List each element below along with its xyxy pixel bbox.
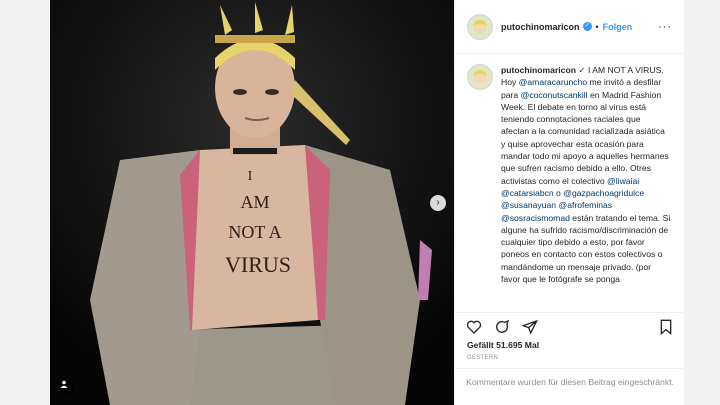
body-text-line-3: NOT A: [228, 222, 281, 242]
verified-badge-icon: ✓: [582, 22, 592, 31]
caption-text-segment: están tratando el tema. Si algune ha suf…: [501, 212, 671, 285]
avatar[interactable]: [467, 13, 493, 40]
caption-username[interactable]: putochinomaricon: [501, 65, 576, 75]
next-arrow-icon[interactable]: ›: [430, 195, 446, 211]
caption-text: putochinomaricon ✓ I AM NOT A VIRUS. Hoy…: [501, 64, 671, 285]
caption-area: putochinomaricon ✓ I AM NOT A VIRUS. Hoy…: [455, 54, 685, 304]
mention-link[interactable]: @amaracaruncho: [519, 77, 587, 87]
post-photo[interactable]: I AM NOT A VIRUS: [50, 0, 454, 405]
heart-icon[interactable]: [465, 318, 483, 336]
separator-dot: •: [595, 21, 599, 32]
bookmark-icon[interactable]: [657, 318, 675, 336]
user-tag-icon[interactable]: [60, 380, 74, 394]
mention-link[interactable]: @catarsiabcn: [501, 188, 554, 198]
mention-link[interactable]: @liwaiai: [607, 176, 639, 186]
likes-count[interactable]: Gefällt 51.695 Mal: [467, 340, 539, 350]
runway-photo-illustration: I AM NOT A VIRUS: [50, 0, 454, 405]
post-header: putochinomaricon ✓ • Folgen ···: [455, 0, 684, 54]
follow-button[interactable]: Folgen: [603, 22, 633, 32]
caption-text-segment: en Madrid Fashion Week. El debate en tor…: [501, 89, 669, 186]
caption-avatar[interactable]: [467, 64, 493, 90]
mention-link[interactable]: @coconutscankill: [521, 90, 588, 100]
action-bar: [455, 312, 685, 340]
more-options-icon[interactable]: ···: [658, 21, 672, 33]
header-username[interactable]: putochinomaricon: [501, 22, 580, 32]
mention-link[interactable]: @sosracismomad: [501, 213, 570, 223]
post-date[interactable]: GESTERN: [467, 355, 498, 361]
body-text-line-4: VIRUS: [225, 252, 291, 277]
comments-limited-notice: Kommentare wurden für diesen Beitrag ein…: [455, 368, 685, 405]
caption-text-segment: o: [553, 187, 564, 198]
mention-link[interactable]: @susanayuan: [501, 200, 556, 210]
comment-icon[interactable]: [493, 318, 511, 336]
caption-row: putochinomaricon ✓ I AM NOT A VIRUS. Hoy…: [467, 64, 673, 285]
mention-link[interactable]: @afrofeminas: [558, 200, 612, 210]
mention-link[interactable]: @gazpachoagridulce: [563, 188, 644, 198]
body-text-line-2: AM: [240, 192, 269, 212]
share-icon[interactable]: [521, 318, 539, 336]
post-sidebar: putochinomaricon ✓ • Folgen ··· putochin…: [454, 0, 685, 405]
body-text-line-1: I: [248, 169, 253, 184]
post-modal: I AM NOT A VIRUS › putochinomaricon ✓ • …: [0, 0, 720, 405]
